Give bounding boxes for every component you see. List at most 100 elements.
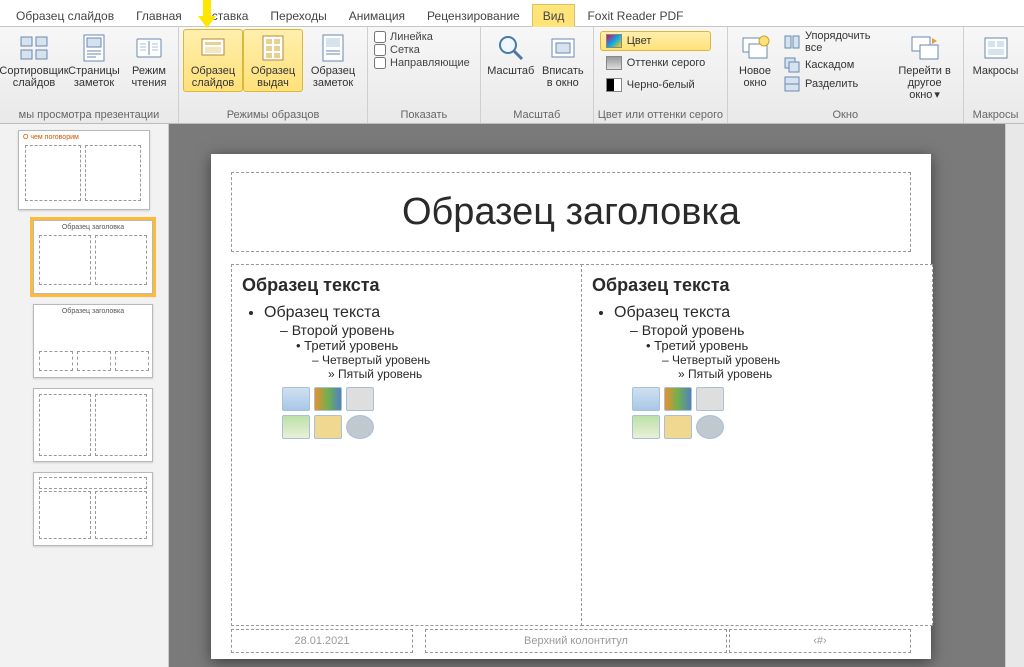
- label: Новое окно: [734, 65, 776, 89]
- bullet-l5: Пятый уровень: [328, 367, 572, 381]
- handout-master-button[interactable]: Образец выдач: [243, 29, 303, 92]
- chevron-down-icon: ▾: [934, 89, 940, 101]
- bullet-l4: Четвертый уровень Пятый уровень: [312, 353, 572, 381]
- layout-thumbnail[interactable]: [33, 388, 153, 462]
- tab-foxit[interactable]: Foxit Reader PDF: [577, 5, 693, 26]
- gridlines-checkbox[interactable]: Сетка: [374, 44, 470, 56]
- media-icon[interactable]: [696, 415, 724, 439]
- slide-canvas: Образец заголовка Образец текста Образец…: [211, 154, 931, 659]
- fit-icon: [547, 32, 579, 64]
- table-icon[interactable]: [632, 387, 660, 411]
- guides-checkbox[interactable]: Направляющие: [374, 57, 470, 69]
- clipart-icon[interactable]: [314, 415, 342, 439]
- notes-page-icon: [78, 32, 110, 64]
- clipart-icon[interactable]: [664, 415, 692, 439]
- footer-text: Верхний колонтитул: [524, 635, 628, 647]
- table-icon[interactable]: [282, 387, 310, 411]
- notes-master-icon: [317, 32, 349, 64]
- label: Направляющие: [390, 57, 470, 69]
- group-presentation-views: Сортировщик слайдов Страницы заметок Реж…: [0, 27, 179, 123]
- tab-transitions[interactable]: Переходы: [260, 5, 336, 26]
- bullet-l3: Третий уровень Четвертый уровень Пятый у…: [296, 338, 572, 381]
- thumbnails-panel[interactable]: О чем поговорим Образец заголовка Образе…: [0, 124, 169, 667]
- notes-master-button[interactable]: Образец заметок: [303, 29, 363, 92]
- content-placeholder-right[interactable]: Образец текста Образец текста Второй уро…: [581, 264, 933, 626]
- vertical-scrollbar[interactable]: [1005, 124, 1024, 667]
- group-window: Новое окно Упорядочить все Каскадом Разд…: [728, 27, 963, 123]
- smartart-icon[interactable]: [696, 387, 724, 411]
- arrange-all-button[interactable]: Упорядочить все: [780, 29, 885, 55]
- picture-icon[interactable]: [632, 415, 660, 439]
- slide-sorter-button[interactable]: Сортировщик слайдов: [4, 29, 64, 92]
- media-icon[interactable]: [346, 415, 374, 439]
- ruler-checkbox[interactable]: Линейка: [374, 31, 470, 43]
- switch-windows-button[interactable]: Перейти в другое окно▾: [891, 29, 959, 104]
- editing-stage[interactable]: Образец заголовка Образец текста Образец…: [169, 124, 1005, 667]
- tab-review[interactable]: Рецензирование: [417, 5, 530, 26]
- notes-page-button[interactable]: Страницы заметок: [64, 29, 124, 92]
- body-head: Образец текста: [592, 275, 922, 296]
- attention-arrow: [198, 0, 216, 30]
- grayscale-button[interactable]: Оттенки серого: [600, 53, 711, 73]
- footer-placeholder[interactable]: Верхний колонтитул: [425, 629, 727, 653]
- group-label: Цвет или оттенки серого: [598, 108, 723, 123]
- layout-thumbnail[interactable]: Образец заголовка: [33, 304, 153, 378]
- group-zoom: Масштаб Вписать в окно Масштаб: [481, 27, 594, 123]
- gray-swatch-icon: [606, 56, 622, 70]
- tab-view[interactable]: Вид: [532, 4, 576, 27]
- label: Каскадом: [805, 59, 854, 71]
- date-text: 28.01.2021: [294, 635, 349, 647]
- title-placeholder[interactable]: Образец заголовка: [231, 172, 911, 252]
- color-swatch-icon: [606, 34, 622, 48]
- group-label: Окно: [732, 108, 958, 123]
- color-button[interactable]: Цвет: [600, 31, 711, 51]
- bullet-l5: Пятый уровень: [678, 367, 922, 381]
- group-label: Масштаб: [485, 108, 589, 123]
- content-placeholder-left[interactable]: Образец текста Образец текста Второй уро…: [231, 264, 583, 626]
- picture-icon[interactable]: [282, 415, 310, 439]
- new-window-button[interactable]: Новое окно: [732, 29, 778, 92]
- cascade-button[interactable]: Каскадом: [780, 56, 885, 74]
- split-button[interactable]: Разделить: [780, 75, 885, 93]
- master-thumbnail[interactable]: О чем поговорим: [18, 130, 150, 210]
- label: Режим чтения: [126, 65, 172, 89]
- smartart-icon[interactable]: [346, 387, 374, 411]
- label: Перейти в другое окно▾: [893, 65, 957, 101]
- split-icon: [784, 76, 800, 92]
- zoom-icon: [495, 32, 527, 64]
- date-placeholder[interactable]: 28.01.2021: [231, 629, 413, 653]
- slide-master-button[interactable]: Образец слайдов: [183, 29, 243, 92]
- group-label: Показать: [372, 108, 476, 123]
- tab-animations[interactable]: Анимация: [339, 5, 415, 26]
- chart-icon[interactable]: [664, 387, 692, 411]
- group-label: мы просмотра презентации: [4, 108, 174, 123]
- group-color-grayscale: Цвет Оттенки серого Черно-белый Цвет или…: [594, 27, 728, 123]
- content-type-icons[interactable]: [632, 387, 728, 439]
- label: Линейка: [390, 31, 433, 43]
- reading-view-button[interactable]: Режим чтения: [124, 29, 174, 92]
- label: Страницы заметок: [66, 65, 122, 89]
- label: Макросы: [973, 65, 1019, 77]
- bw-button[interactable]: Черно-белый: [600, 75, 711, 95]
- chart-icon[interactable]: [314, 387, 342, 411]
- fit-window-button[interactable]: Вписать в окно: [537, 29, 589, 92]
- slide-sorter-icon: [18, 32, 50, 64]
- tab-slide-master[interactable]: Образец слайдов: [6, 5, 124, 26]
- num-text: ‹#›: [813, 635, 826, 647]
- label: Образец слайдов: [185, 65, 241, 89]
- content-type-icons[interactable]: [282, 387, 378, 439]
- thumb-title: О чем поговорим: [23, 134, 79, 141]
- layout-thumbnail-selected[interactable]: Образец заголовка: [33, 220, 153, 294]
- label: Черно-белый: [627, 79, 695, 91]
- new-window-icon: [739, 32, 771, 64]
- group-macros: Макросы Макросы: [964, 27, 1024, 123]
- layout-thumbnail[interactable]: [33, 472, 153, 546]
- label: Сетка: [390, 44, 420, 56]
- switch-windows-icon: [909, 32, 941, 64]
- ribbon-tabs: Образец слайдов Главная Вставка Переходы…: [0, 0, 1024, 27]
- handout-icon: [257, 32, 289, 64]
- slide-number-placeholder[interactable]: ‹#›: [729, 629, 911, 653]
- macros-button[interactable]: Макросы: [968, 29, 1024, 80]
- zoom-button[interactable]: Масштаб: [485, 29, 537, 80]
- tab-home[interactable]: Главная: [126, 5, 192, 26]
